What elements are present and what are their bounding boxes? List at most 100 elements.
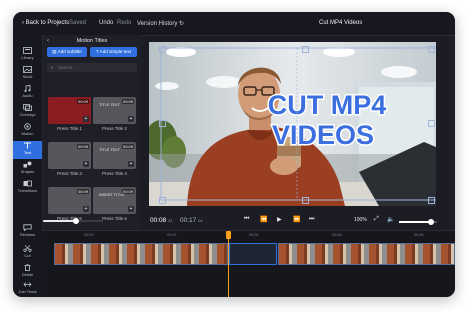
resize-handle[interactable] xyxy=(159,197,166,204)
panel-title: Motion Titles xyxy=(76,38,108,44)
step-forward-icon[interactable]: ⏩ xyxy=(293,216,300,223)
rail-item-delete[interactable]: Delete xyxy=(13,263,42,281)
resize-handle[interactable] xyxy=(302,197,309,204)
tile-size-slider-knob[interactable] xyxy=(73,218,79,224)
tile-size-slider[interactable] xyxy=(43,218,103,224)
video-clip[interactable] xyxy=(278,243,455,265)
tile-label: Press Title 4 xyxy=(102,171,127,176)
undo-button[interactable]: Undo xyxy=(99,20,113,26)
resize-handle[interactable] xyxy=(428,46,435,53)
total-time-value: 00:17 xyxy=(180,217,197,224)
volume-slider-knob[interactable] xyxy=(428,219,435,225)
rail-item-audio[interactable]: Audio xyxy=(13,84,42,102)
cut-icon xyxy=(23,245,32,252)
resize-handle[interactable] xyxy=(159,46,166,53)
reviews-icon xyxy=(23,224,32,231)
current-frames: 21 xyxy=(168,218,173,223)
back-to-projects-link[interactable]: ‹ Back to Projects xyxy=(22,20,69,26)
title-tile[interactable]: 00:09 + xyxy=(48,97,91,124)
rail-item-library[interactable]: Library xyxy=(13,46,42,64)
overlays-icon xyxy=(23,104,32,111)
video-track xyxy=(42,243,455,265)
video-frame-image: CUT MP4 VIDEOS xyxy=(149,42,436,206)
tile-size-slider-fill xyxy=(43,220,76,222)
rail-label: Motion xyxy=(21,131,34,136)
cut-gap[interactable] xyxy=(229,243,277,265)
rail-item-transitions[interactable]: Transitions xyxy=(13,179,42,197)
rail-item-motion[interactable]: Motion xyxy=(13,122,42,140)
rail-item-text[interactable]: Text xyxy=(13,141,42,159)
add-tile-icon[interactable]: + xyxy=(128,161,134,167)
rail-item-join-track[interactable]: Join Track xyxy=(13,280,42,297)
add-tile-icon[interactable]: + xyxy=(128,206,134,212)
current-time: 00:08 21 xyxy=(150,217,173,224)
add-subtitle-button[interactable]: ▤ Add subtitle xyxy=(47,47,87,57)
join-icon xyxy=(23,282,32,287)
video-preview[interactable]: CUT MP4 VIDEOS xyxy=(149,42,436,206)
add-tile-icon[interactable]: + xyxy=(83,206,89,212)
title-tile[interactable]: 00:09 + xyxy=(48,142,91,169)
search-icon: ⌕ xyxy=(51,65,54,70)
rail-item-overlays[interactable]: Overlays xyxy=(13,103,42,121)
ruler-tick: 00:04 xyxy=(249,233,259,237)
timeline-ruler: 00:00 00:02 00:04 00:06 00:08 xyxy=(42,231,455,240)
title-tile[interactable]: INSERT TITLE 00:09 + xyxy=(93,187,136,214)
rail-label: Audio xyxy=(22,93,33,98)
current-time-value: 00:08 xyxy=(150,217,167,224)
history-icon: ↻ xyxy=(179,21,185,27)
version-history-label: Version History xyxy=(137,21,178,27)
add-tile-icon[interactable]: + xyxy=(128,116,134,122)
video-clip[interactable] xyxy=(54,243,228,265)
add-tile-icon[interactable]: + xyxy=(83,116,89,122)
add-simple-text-label: Add simple text xyxy=(99,49,132,54)
library-icon xyxy=(23,47,32,54)
skip-to-start-icon[interactable]: ⏮ xyxy=(244,216,249,223)
resize-handle[interactable] xyxy=(428,120,435,127)
text-small-icon: T xyxy=(95,49,99,54)
add-tile-icon[interactable]: + xyxy=(83,161,89,167)
rail-item-reviews[interactable]: Reviews xyxy=(13,223,42,241)
volume-slider-fill xyxy=(399,221,432,223)
preview-title-line-1[interactable]: CUT MP4 xyxy=(266,89,388,122)
zoom-level[interactable]: 100% xyxy=(354,217,367,223)
step-back-icon[interactable]: ⏪ xyxy=(260,216,267,223)
ruler-tick: 00:02 xyxy=(167,233,177,237)
timeline[interactable]: 00:00 00:02 00:04 00:06 00:08 xyxy=(42,230,455,297)
volume-icon[interactable]: 🔈 xyxy=(387,216,394,223)
playhead[interactable] xyxy=(226,231,231,297)
saved-status: Saved xyxy=(69,20,87,26)
motion-icon xyxy=(24,123,31,130)
top-bar: ‹ Back to Projects Saved Undo Redo Versi… xyxy=(13,12,455,36)
title-tile[interactable]: TITLE TEXT 00:09 + xyxy=(93,97,136,124)
rail-item-cut[interactable]: Cut xyxy=(13,244,42,262)
editor-window: ‹ Back to Projects Saved Undo Redo Versi… xyxy=(13,12,455,297)
search-box: ⌕ xyxy=(47,63,137,72)
redo-button[interactable]: Redo xyxy=(117,20,131,26)
resize-handle[interactable] xyxy=(159,120,166,127)
title-tile[interactable]: 00:09 + xyxy=(48,187,91,214)
tile-duration: 00:09 xyxy=(121,189,134,194)
version-history-button[interactable]: Version History ↻ xyxy=(137,20,184,27)
rail-item-shapes[interactable]: Shapes xyxy=(13,160,42,178)
fullscreen-icon[interactable]: ⤢ xyxy=(374,216,379,223)
total-time: 00:17 04 xyxy=(180,217,203,224)
rail-label: Delete xyxy=(21,272,34,277)
tile-label: Press Title 3 xyxy=(57,171,82,176)
rail-label: Library xyxy=(21,55,34,60)
resize-handle[interactable] xyxy=(428,197,435,204)
title-tile[interactable]: TITLE TEXT 00:09 + xyxy=(93,142,136,169)
rail-item-stock[interactable]: Stock xyxy=(13,65,42,83)
skip-to-end-icon[interactable]: ⏭ xyxy=(309,216,314,223)
playhead-handle[interactable] xyxy=(226,231,231,239)
play-icon[interactable]: ▶ xyxy=(277,216,282,223)
volume-slider[interactable] xyxy=(399,219,437,225)
resize-handle[interactable] xyxy=(302,46,309,53)
rail-label: Shapes xyxy=(20,169,35,174)
preview-title-line-2[interactable]: VIDEOS xyxy=(270,119,375,152)
search-input[interactable] xyxy=(58,63,134,72)
tile-label: Press Title 1 xyxy=(57,126,82,131)
add-simple-text-button[interactable]: T Add simple text xyxy=(90,47,137,57)
playback-controls: 00:08 21 00:17 04 ⏮ ⏪ ▶ ⏩ ⏭ 100% ⤢ 🔈 xyxy=(141,211,455,229)
tile-duration: 00:09 xyxy=(76,99,89,104)
ruler-tick: 00:00 xyxy=(84,233,94,237)
